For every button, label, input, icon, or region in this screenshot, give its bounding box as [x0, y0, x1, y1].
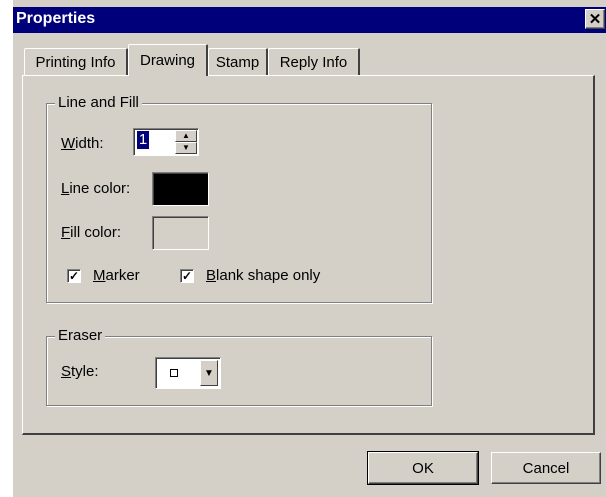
width-label: Width:	[61, 135, 104, 152]
blank-shape-checkbox[interactable]: ✓	[180, 269, 194, 283]
window-edge	[0, 0, 13, 497]
line-and-fill-group: Line and Fill Width: 1 ▲ ▼ Line color: F…	[46, 94, 432, 303]
marker-checkbox[interactable]: ✓	[67, 269, 81, 283]
style-label: Style:	[61, 363, 99, 380]
title-bar[interactable]: Properties ✕	[13, 7, 606, 33]
cancel-button[interactable]: Cancel	[491, 452, 601, 484]
chevron-down-icon: ▼	[204, 367, 214, 379]
window-title: Properties	[16, 10, 96, 27]
tab-drawing[interactable]: Drawing	[128, 44, 208, 76]
fill-color-label: Fill color:	[61, 224, 122, 241]
tab-printing-info[interactable]: Printing Info	[24, 48, 128, 76]
properties-dialog: Properties ✕ Printing Info Drawing Stamp…	[0, 0, 606, 497]
blank-shape-label: Blank shape only	[206, 267, 321, 284]
tab-reply-info[interactable]: Reply Info	[268, 48, 360, 76]
line-color-label: Line color:	[61, 180, 131, 197]
width-spinner[interactable]: 1 ▲ ▼	[133, 128, 199, 156]
close-button[interactable]: ✕	[585, 9, 605, 29]
ok-button[interactable]: OK	[367, 451, 479, 485]
tab-label: Printing Info	[35, 54, 116, 71]
arrow-down-icon: ▼	[182, 143, 190, 152]
eraser-group: Eraser Style: ▼	[46, 327, 432, 406]
tab-label: Reply Info	[279, 54, 348, 71]
arrow-up-icon: ▲	[182, 131, 190, 140]
group-label: Eraser	[55, 327, 106, 344]
spin-up-button[interactable]: ▲	[175, 130, 197, 142]
square-eraser-icon	[170, 369, 178, 377]
marker-label: Marker	[93, 267, 140, 284]
fill-color-swatch[interactable]	[152, 216, 209, 250]
eraser-style-combobox[interactable]: ▼	[155, 357, 221, 389]
spin-down-button[interactable]: ▼	[175, 142, 197, 154]
close-icon: ✕	[588, 10, 602, 28]
tab-label: Drawing	[139, 52, 196, 69]
cancel-button-label: Cancel	[522, 459, 570, 477]
width-value[interactable]: 1	[137, 131, 149, 149]
tab-stamp[interactable]: Stamp	[208, 48, 268, 76]
tab-label: Stamp	[215, 54, 260, 71]
dropdown-button[interactable]: ▼	[200, 360, 218, 386]
line-color-swatch[interactable]	[152, 172, 209, 206]
checkmark-icon: ✓	[68, 269, 80, 283]
checkmark-icon: ✓	[181, 269, 193, 283]
drawing-tab-panel: Line and Fill Width: 1 ▲ ▼ Line color: F…	[22, 75, 595, 435]
ok-button-label: OK	[412, 459, 434, 477]
group-label: Line and Fill	[55, 94, 142, 111]
